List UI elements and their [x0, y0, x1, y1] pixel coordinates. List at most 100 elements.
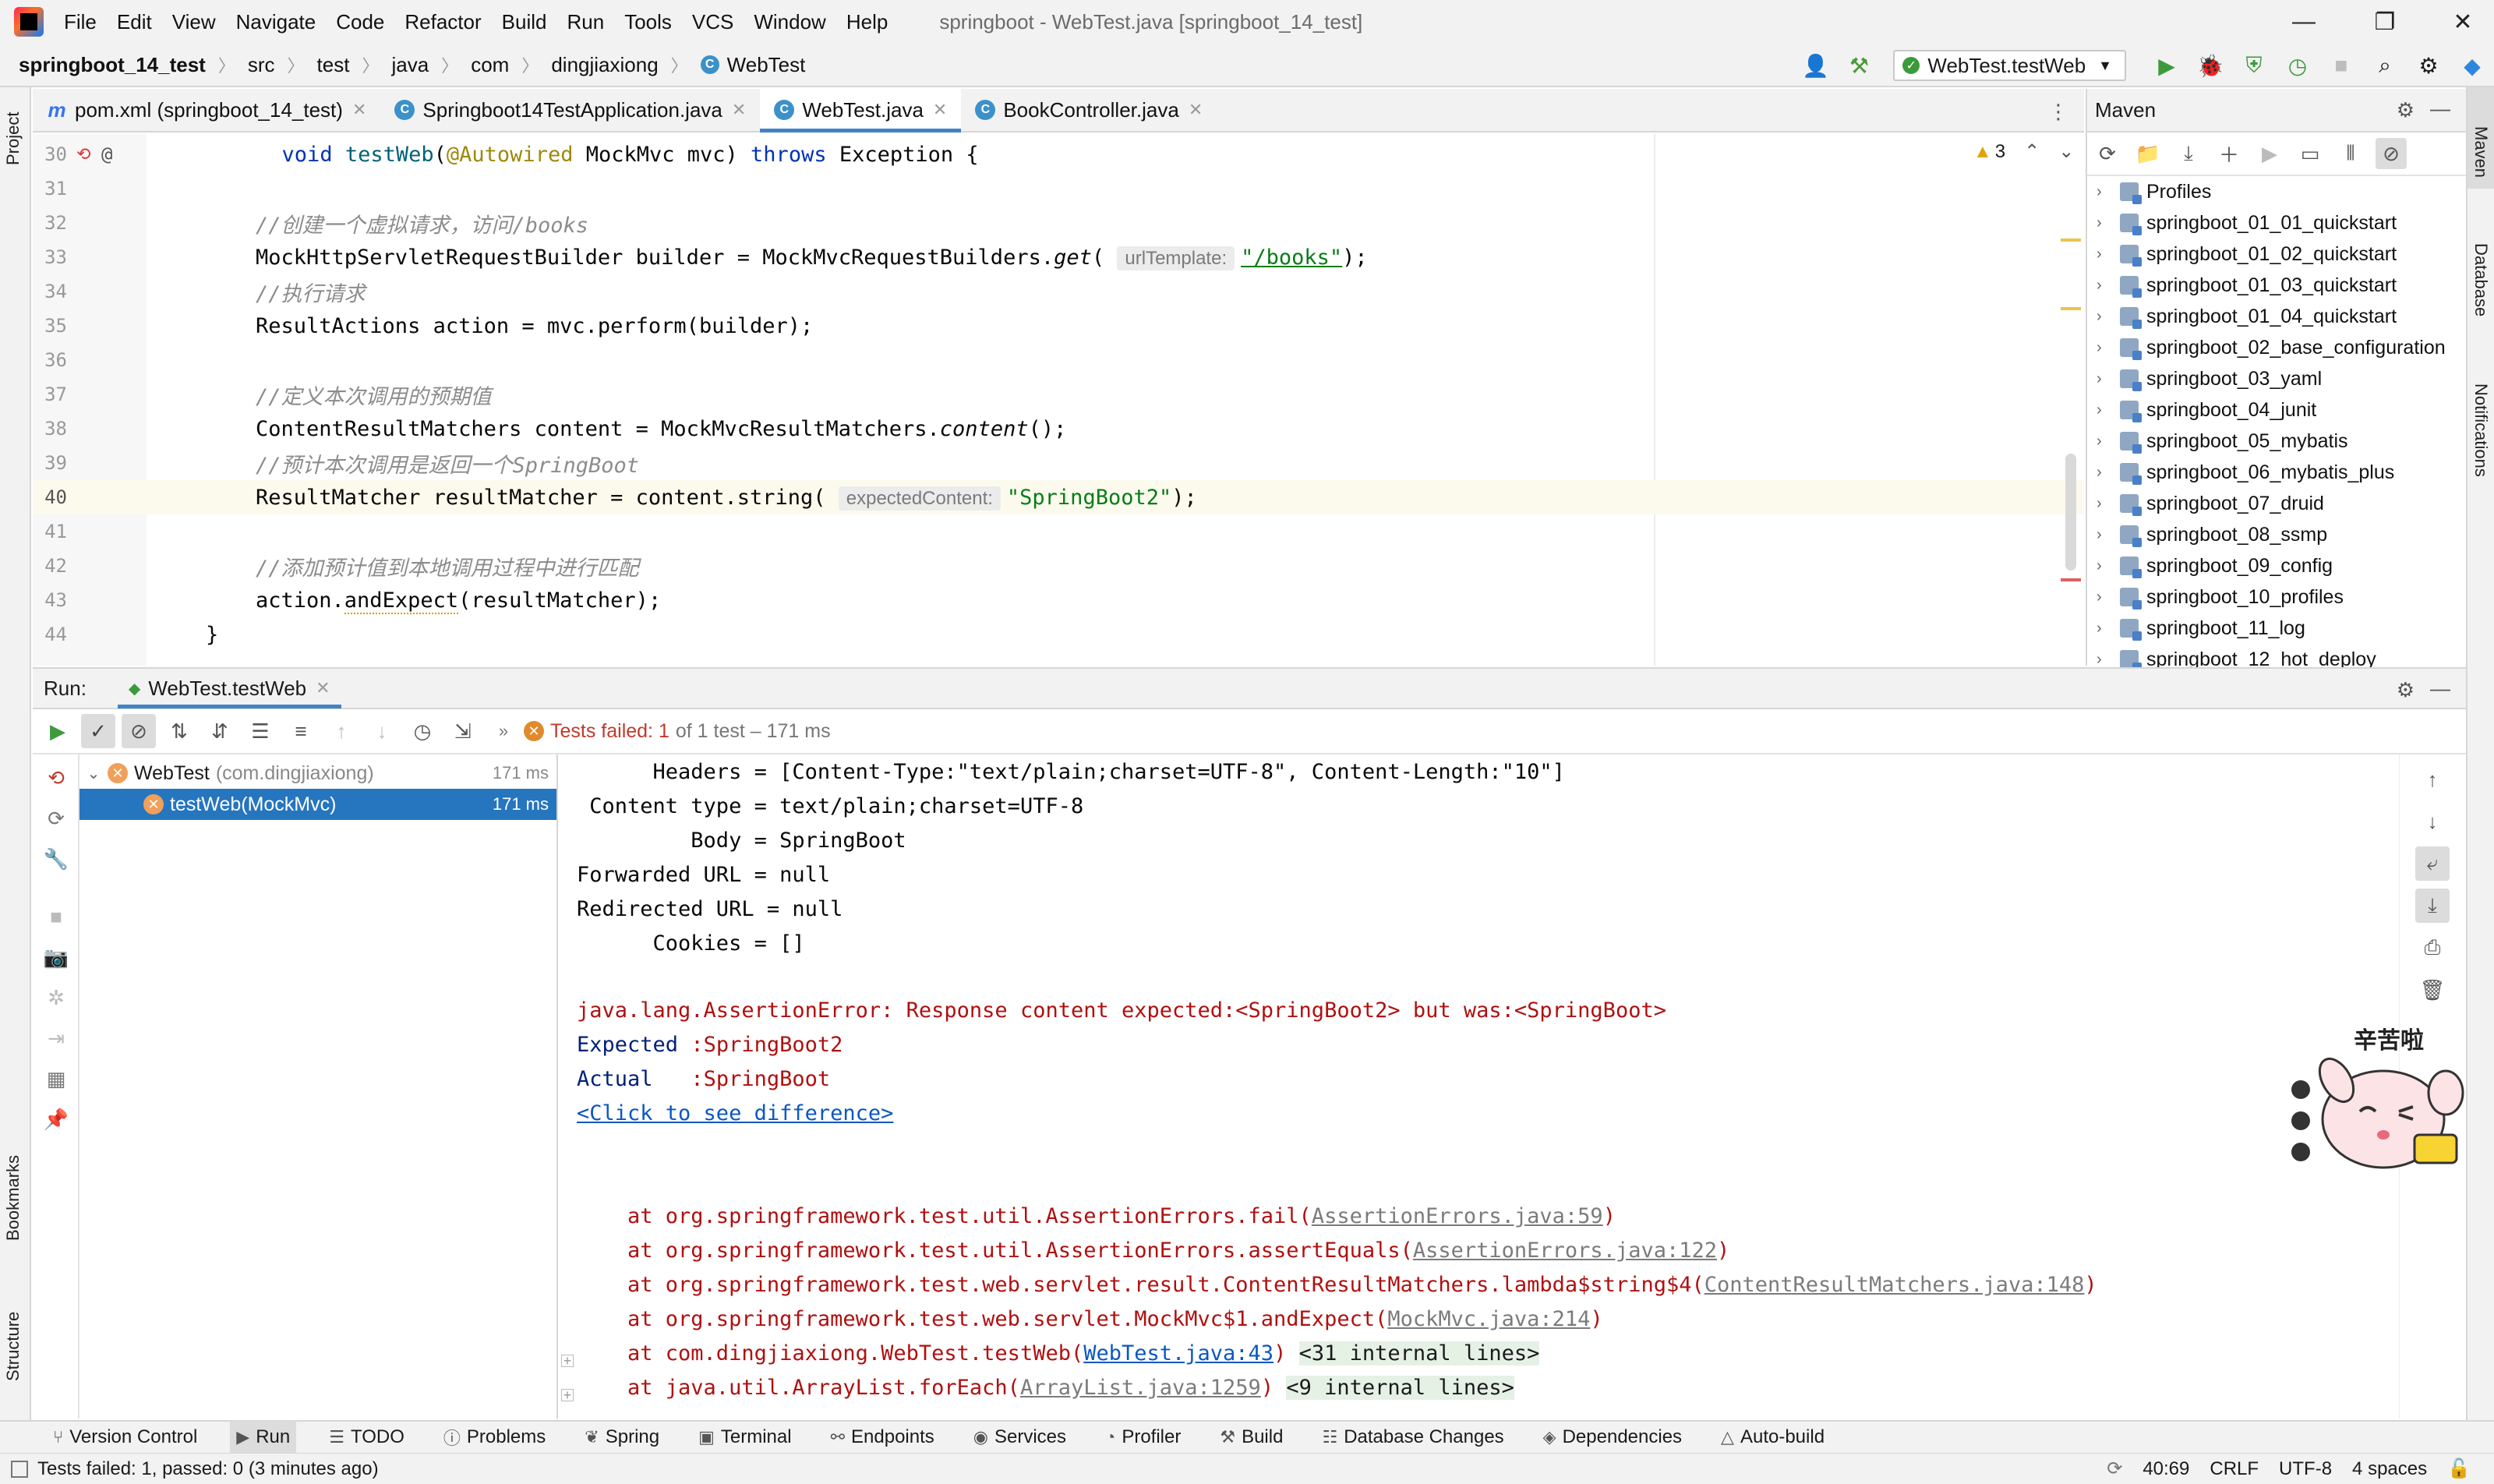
source-link[interactable]: AssertionErrors.java:122 — [1413, 1238, 1717, 1263]
soft-wrap-icon[interactable]: ⤶ — [2415, 846, 2450, 881]
previous-failed-icon[interactable]: ↑ — [324, 714, 359, 748]
maven-project-item[interactable]: › springboot_08_ssmp — [2087, 519, 2466, 550]
breadcrumb-test[interactable]: test — [317, 53, 350, 77]
maven-project-item[interactable]: › springboot_01_02_quickstart — [2087, 238, 2466, 270]
warning-stripe-mark[interactable] — [2061, 238, 2081, 242]
build-hammer-icon[interactable]: ⚒ — [1845, 51, 1873, 80]
caret-position[interactable]: 40:69 — [2143, 1458, 2189, 1480]
generate-sources-icon[interactable]: 📁 — [2132, 138, 2164, 169]
arrow-down-icon[interactable]: ↓ — [2415, 804, 2450, 839]
lock-icon[interactable]: 🔓 — [2447, 1458, 2471, 1480]
toggle-tool-windows-icon[interactable] — [11, 1460, 28, 1478]
file-encoding[interactable]: UTF-8 — [2279, 1458, 2332, 1480]
maven-project-item[interactable]: › springboot_07_druid — [2087, 488, 2466, 519]
tab-pom-xml[interactable]: m pom.xml (springboot_14_test) ✕ — [33, 89, 380, 131]
endpoints-tool-button[interactable]: ⚯ Endpoints — [825, 1421, 941, 1454]
toggle-auto-test-icon[interactable]: ⟳ — [39, 801, 73, 836]
menu-view[interactable]: View — [172, 10, 216, 34]
breadcrumb-class[interactable]: WebTest — [727, 53, 806, 77]
git-icon[interactable]: ⟳ — [2107, 1458, 2122, 1480]
collapse-all-icon[interactable]: ≡ — [284, 714, 318, 748]
chevron-right-icon[interactable]: › — [2097, 308, 2120, 326]
exit-icon[interactable]: ⇥ — [39, 1021, 73, 1055]
internal-lines-fold[interactable]: <31 internal lines> — [1298, 1341, 1540, 1366]
snapshot-icon[interactable]: 📷 — [39, 940, 73, 974]
close-icon[interactable]: ✕ — [352, 100, 366, 120]
arrow-up-icon[interactable]: ↑ — [2415, 762, 2450, 797]
show-ignored-icon[interactable]: ⊘ — [122, 714, 156, 748]
restore-button[interactable]: ❐ — [2354, 0, 2416, 44]
services-tool-button[interactable]: ◉ Services — [967, 1421, 1072, 1454]
dependencies-tool-button[interactable]: ◈ Dependencies — [1537, 1421, 1688, 1454]
trash-icon[interactable]: 🗑 — [2415, 973, 2450, 1007]
maven-project-item[interactable]: › springboot_05_mybatis — [2087, 426, 2466, 457]
chevron-down-icon[interactable]: ⌄ — [79, 764, 108, 783]
breadcrumb-project[interactable]: springboot_14_test — [19, 53, 206, 77]
next-failed-icon[interactable]: ↓ — [365, 714, 399, 748]
structure-tool-button[interactable]: Structure — [3, 1312, 23, 1381]
tab-bookcontroller[interactable]: C BookController.java ✕ — [961, 89, 1217, 131]
more-tabs-icon[interactable]: ⋮ — [2048, 100, 2068, 124]
notifications-tool-button[interactable]: Notifications — [2471, 383, 2491, 477]
maven-project-item[interactable]: › springboot_10_profiles — [2087, 581, 2466, 613]
chevron-right-icon[interactable]: › — [2097, 526, 2120, 544]
chevron-right-icon[interactable]: › — [2097, 557, 2120, 575]
gear-icon[interactable]: ⚙ — [2397, 678, 2415, 702]
maven-profiles[interactable]: › Profiles — [2087, 176, 2466, 207]
source-link[interactable]: MockMvc.java:214 — [1387, 1307, 1590, 1331]
coverage-icon[interactable]: ⛨ — [2240, 51, 2268, 80]
tab-webtest[interactable]: C WebTest.java ✕ — [760, 89, 962, 132]
chevron-right-icon[interactable]: › — [2097, 651, 2120, 669]
terminal-tool-button[interactable]: ▣ Terminal — [692, 1421, 798, 1454]
rerun-failed-icon[interactable]: ⟲ — [39, 761, 73, 795]
sort-alpha-icon[interactable]: ⇅ — [162, 714, 196, 748]
chevron-right-icon[interactable]: › — [2097, 401, 2120, 419]
chevron-right-icon[interactable]: › — [2097, 620, 2120, 638]
expand-icon[interactable]: + — [561, 1388, 574, 1402]
maven-project-item[interactable]: › springboot_01_04_quickstart — [2087, 301, 2466, 332]
chevron-right-icon[interactable]: › — [2097, 339, 2120, 357]
close-icon[interactable]: ✕ — [732, 100, 746, 120]
wrench-icon[interactable]: 🔧 — [39, 842, 73, 876]
menu-build[interactable]: Build — [502, 10, 547, 34]
bookmarks-tool-button[interactable]: Bookmarks — [3, 1155, 23, 1241]
breadcrumb-package[interactable]: dingjiaxiong — [551, 53, 658, 77]
implemented-icon[interactable]: @ — [101, 143, 112, 165]
toggle-offline-icon[interactable]: ⫴ — [2335, 138, 2366, 169]
code-editor[interactable]: 30 ⟲ @ void testWeb(@Autowired MockMvc m… — [33, 134, 2084, 666]
maven-project-item[interactable]: › springboot_06_mybatis_plus — [2087, 457, 2466, 488]
gear-icon[interactable]: ⚙ — [2397, 98, 2415, 122]
maven-project-item[interactable]: › springboot_03_yaml — [2087, 363, 2466, 394]
close-icon[interactable]: ✕ — [933, 100, 947, 120]
menu-tools[interactable]: Tools — [624, 10, 672, 34]
auto-build-tool-button[interactable]: △ Auto-build — [1715, 1421, 1831, 1454]
inspection-widget[interactable]: ▲ 3 ⌃ ⌄ — [1973, 140, 2074, 163]
close-icon[interactable]: ✕ — [1189, 100, 1203, 120]
tab-application[interactable]: C Springboot14TestApplication.java ✕ — [380, 89, 760, 131]
menu-file[interactable]: File — [64, 10, 97, 34]
test-suite-row[interactable]: ⌄ ✕ WebTest (com.dingjiaxiong) 171 ms — [79, 758, 556, 789]
debug-icon[interactable]: 🐞 — [2196, 51, 2224, 80]
show-passed-icon[interactable]: ✓ — [81, 714, 115, 748]
debug-settings-icon[interactable]: ✲ — [39, 980, 73, 1015]
test-history-icon[interactable]: ◷ — [405, 714, 440, 748]
test-console-output[interactable]: Headers = [Content-Type:"text/plain;char… — [560, 754, 2399, 1419]
todo-tool-button[interactable]: ☰ TODO — [323, 1421, 411, 1454]
stop-icon[interactable]: ■ — [2327, 51, 2355, 80]
breadcrumb-src[interactable]: src — [248, 53, 275, 77]
menu-refactor[interactable]: Refactor — [404, 10, 481, 34]
indent-setting[interactable]: 4 spaces — [2352, 1458, 2427, 1480]
profile-icon[interactable]: ◷ — [2284, 51, 2312, 80]
scroll-to-end-icon[interactable]: ⤓ — [2415, 889, 2450, 923]
chevron-down-icon[interactable]: ⌄ — [2058, 140, 2074, 163]
build-tool-button[interactable]: ⚒ Build — [1213, 1421, 1289, 1454]
menu-navigate[interactable]: Navigate — [236, 10, 316, 34]
source-link[interactable]: AssertionErrors.java:59 — [1312, 1204, 1603, 1228]
source-link[interactable]: ArrayList.java:1259 — [1020, 1376, 1261, 1400]
menu-vcs[interactable]: VCS — [692, 10, 733, 34]
breadcrumb-java[interactable]: java — [391, 53, 429, 77]
run-tab[interactable]: ◆ WebTest.testWeb ✕ — [117, 668, 341, 708]
menu-code[interactable]: Code — [336, 10, 384, 34]
toolbox-icon[interactable]: ◆ — [2458, 51, 2486, 80]
close-icon[interactable]: ✕ — [316, 678, 330, 698]
